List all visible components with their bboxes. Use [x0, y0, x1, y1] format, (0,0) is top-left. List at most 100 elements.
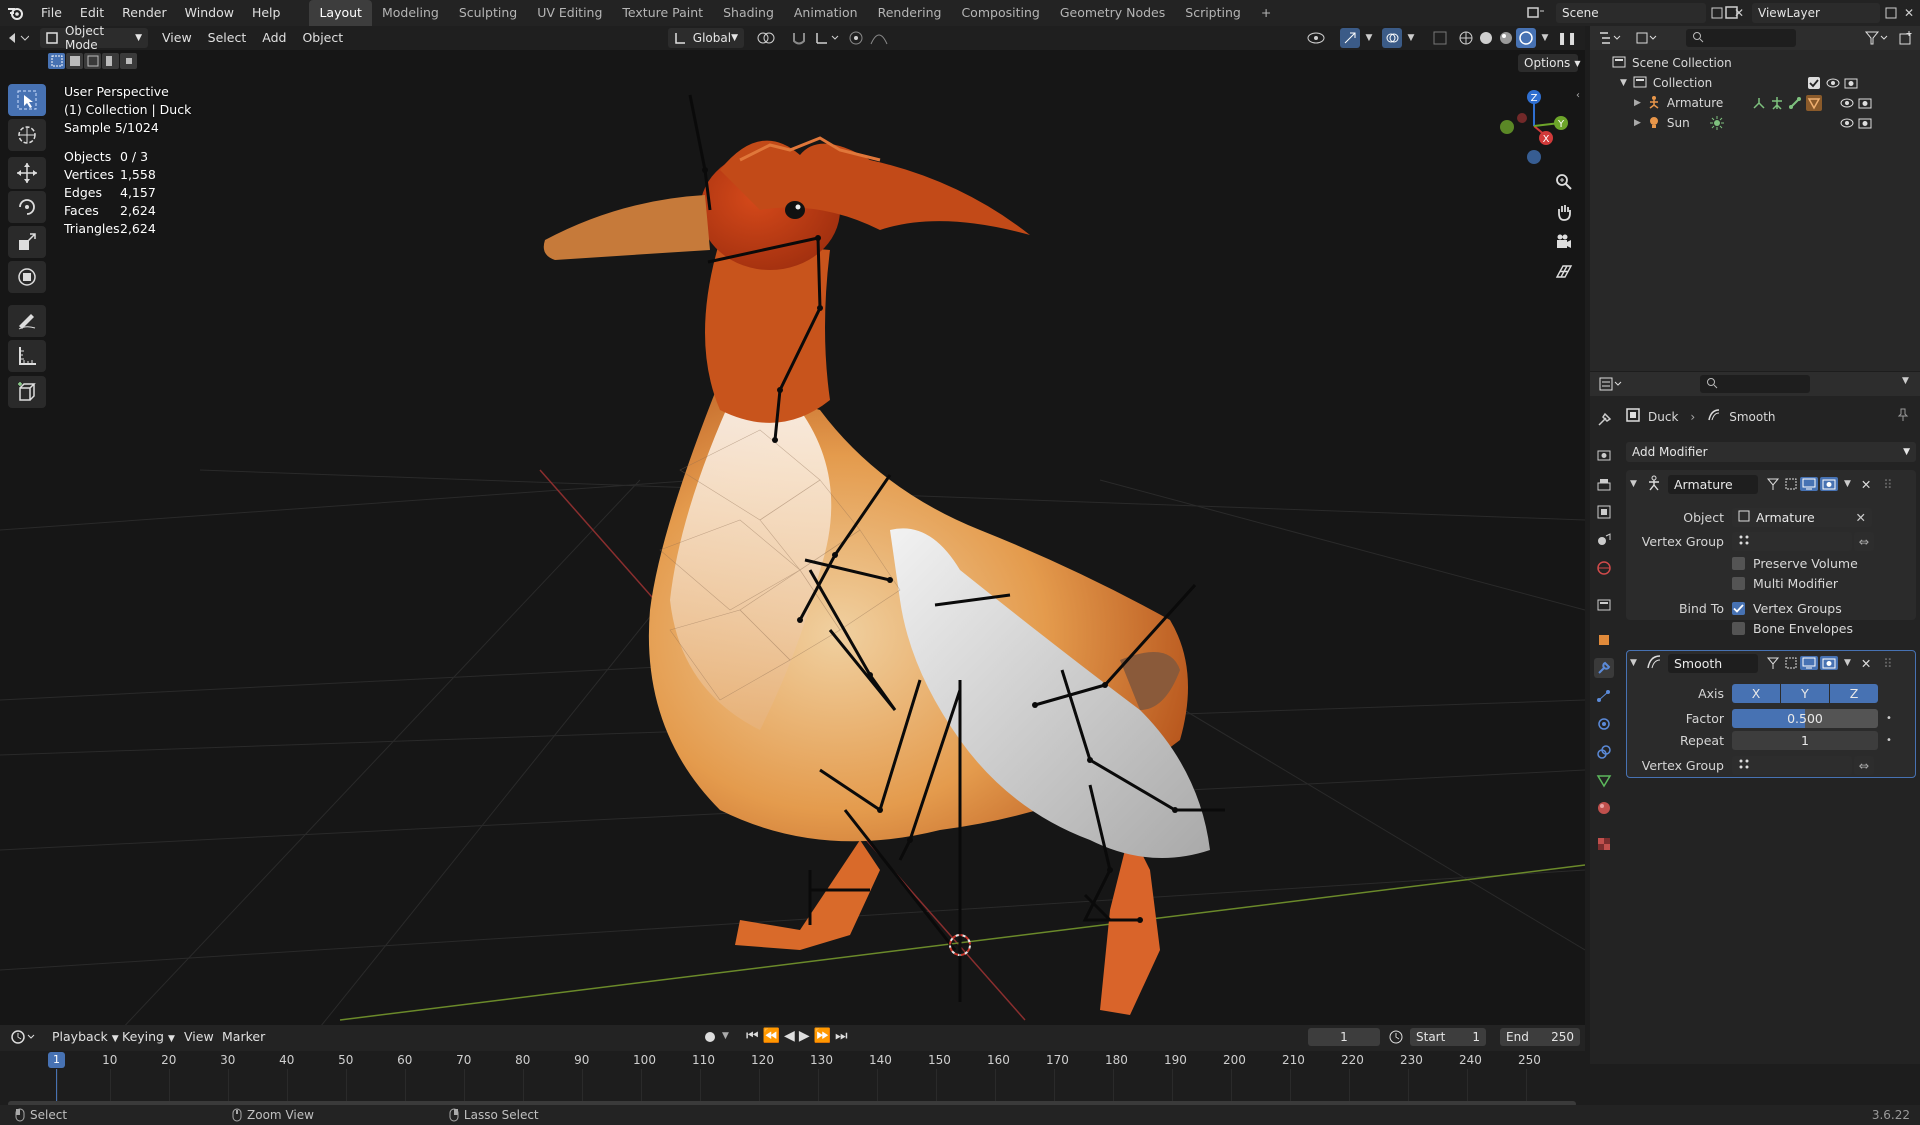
chevron-down-icon[interactable]: ▼	[1844, 479, 1851, 489]
modifier-tab-wrench-icon[interactable]	[1594, 658, 1614, 678]
clear-field-icon[interactable]: ✕	[1856, 510, 1866, 525]
chevron-down-icon[interactable]: ▼	[1362, 28, 1376, 48]
texture-tab-icon[interactable]	[1594, 834, 1614, 854]
render-camera-icon[interactable]	[1844, 76, 1858, 93]
repeat-field[interactable]: 1	[1732, 731, 1878, 750]
physics-tab-icon[interactable]	[1594, 714, 1614, 734]
xray-toggle-icon[interactable]	[1430, 28, 1450, 48]
output-tab-icon[interactable]	[1594, 475, 1614, 495]
render-camera-icon[interactable]	[1858, 116, 1872, 133]
preserve-volume-row[interactable]: Preserve Volume	[1732, 556, 1858, 571]
menu-render[interactable]: Render	[113, 0, 176, 26]
tab-compositing[interactable]: Compositing	[951, 0, 1049, 26]
scale-tool[interactable]	[8, 226, 46, 258]
eye-icon[interactable]	[1840, 116, 1854, 133]
pan-hand-icon[interactable]	[1552, 200, 1576, 224]
menu-help[interactable]: Help	[243, 0, 290, 26]
armature-vertex-group-field[interactable]	[1732, 532, 1852, 551]
gizmo-toggle-icon[interactable]	[1340, 28, 1360, 48]
solid-shading-icon[interactable]	[1476, 28, 1496, 48]
tab-modeling[interactable]: Modeling	[372, 0, 449, 26]
snap-target-icon[interactable]	[812, 28, 842, 48]
chevron-down-icon[interactable]: ▼	[1902, 376, 1909, 386]
armature-object-field[interactable]: Armature ✕	[1732, 508, 1872, 527]
scene-selector[interactable]: Scene	[1556, 3, 1706, 23]
marker-menu[interactable]: Marker	[214, 1025, 273, 1049]
tab-shading[interactable]: Shading	[713, 0, 784, 26]
transform-tool[interactable]	[8, 261, 46, 293]
collection-row[interactable]: ▼ Collection	[1620, 74, 1920, 92]
close-icon[interactable]: ✕	[1861, 656, 1871, 671]
multi-modifier-row[interactable]: Multi Modifier	[1732, 576, 1838, 591]
invert-vertex-group-icon[interactable]: ⇔	[1854, 532, 1874, 551]
render-display-icon[interactable]	[1820, 477, 1838, 491]
collection-tab-icon[interactable]	[1594, 595, 1614, 615]
armature-data-icon[interactable]	[1770, 96, 1784, 113]
edit-mode-icon[interactable]	[1782, 477, 1800, 491]
tab-sculpting[interactable]: Sculpting	[449, 0, 527, 26]
drag-handle-icon[interactable]: ⠿	[1883, 477, 1892, 492]
start-frame-field[interactable]: Start 1	[1410, 1028, 1486, 1046]
select-menu[interactable]: Select	[200, 26, 255, 50]
collection-exclude-checkbox[interactable]	[1808, 77, 1820, 89]
render-camera-icon[interactable]	[1858, 96, 1872, 113]
jump-start-icon[interactable]: ⏮	[746, 1028, 759, 1044]
outliner-item-sun[interactable]: ▶ Sun	[1634, 114, 1920, 132]
timeline-track-area[interactable]: 1102030405060708090100110120130140150160…	[0, 1051, 1585, 1107]
add-cube-tool[interactable]	[8, 376, 46, 408]
preserve-volume-checkbox[interactable]	[1732, 557, 1745, 570]
object-tab-icon[interactable]	[1594, 630, 1614, 650]
armature-modifier-name-input[interactable]: Armature	[1668, 474, 1758, 494]
proportional-edit-icon[interactable]	[846, 28, 866, 48]
on-cage-icon[interactable]	[1764, 477, 1782, 491]
scene-icon[interactable]	[1524, 3, 1552, 23]
axis-x-toggle[interactable]: X	[1732, 684, 1780, 703]
timeline-editor-type-icon[interactable]	[8, 1027, 40, 1047]
world-tab-icon[interactable]	[1594, 558, 1614, 578]
eye-icon[interactable]	[1826, 76, 1840, 93]
display-mode-icon[interactable]	[1632, 28, 1662, 48]
camera-view-icon[interactable]	[1552, 230, 1576, 254]
sun-data-icon[interactable]	[1710, 116, 1724, 133]
constraints-tab-icon[interactable]	[1594, 742, 1614, 762]
auto-keying-icon[interactable]	[700, 1027, 720, 1047]
current-frame-field[interactable]: 1	[1308, 1028, 1380, 1046]
vertex-groups-checkbox[interactable]	[1732, 602, 1745, 615]
expand-armature-icon[interactable]: ▶	[1634, 98, 1641, 108]
material-shading-icon[interactable]	[1496, 28, 1516, 48]
invert-vertex-group-icon[interactable]: ⇔	[1854, 756, 1874, 775]
tab-geometry-nodes[interactable]: Geometry Nodes	[1050, 0, 1175, 26]
pivot-point-icon[interactable]	[752, 28, 782, 48]
collapse-armature-modifier-icon[interactable]: ▼	[1630, 479, 1646, 489]
view-layer-tab-icon[interactable]	[1594, 502, 1614, 522]
pin-icon[interactable]	[1896, 408, 1910, 425]
menu-edit[interactable]: Edit	[71, 0, 113, 26]
axis-z-toggle[interactable]: Z	[1830, 684, 1878, 703]
pose-icon[interactable]	[1752, 96, 1766, 113]
smooth-vertex-group-field[interactable]	[1732, 756, 1852, 775]
expand-collection-icon[interactable]: ▼	[1620, 78, 1627, 88]
realtime-display-icon[interactable]	[1800, 477, 1818, 491]
render-display-icon[interactable]	[1820, 656, 1838, 670]
outliner-search-input[interactable]	[1686, 29, 1796, 47]
chevron-down-icon[interactable]: ▼	[1844, 658, 1851, 668]
on-cage-icon[interactable]	[1764, 656, 1782, 670]
select-subtract-icon[interactable]	[84, 53, 101, 69]
multi-modifier-checkbox[interactable]	[1732, 577, 1745, 590]
new-viewlayer-icon[interactable]	[1882, 4, 1900, 22]
scene-tab-icon[interactable]	[1594, 530, 1614, 550]
annotate-tool[interactable]	[8, 305, 46, 337]
falloff-icon[interactable]	[868, 28, 890, 48]
delete-viewlayer-icon[interactable]: ✕	[1900, 4, 1918, 22]
scene-collection-row[interactable]: Scene Collection	[1612, 54, 1732, 72]
zoom-icon[interactable]	[1552, 170, 1576, 194]
menu-window[interactable]: Window	[176, 0, 243, 26]
particles-tab-icon[interactable]	[1594, 686, 1614, 706]
rotate-tool[interactable]	[8, 191, 46, 223]
material-tab-icon[interactable]	[1594, 798, 1614, 818]
tab-scripting[interactable]: Scripting	[1175, 0, 1251, 26]
drag-handle-icon[interactable]: ⠿	[1883, 656, 1892, 671]
select-new-icon[interactable]	[48, 53, 65, 69]
jump-keyframe-back-icon[interactable]: ⏪	[763, 1028, 780, 1044]
eye-icon[interactable]	[1840, 96, 1854, 113]
